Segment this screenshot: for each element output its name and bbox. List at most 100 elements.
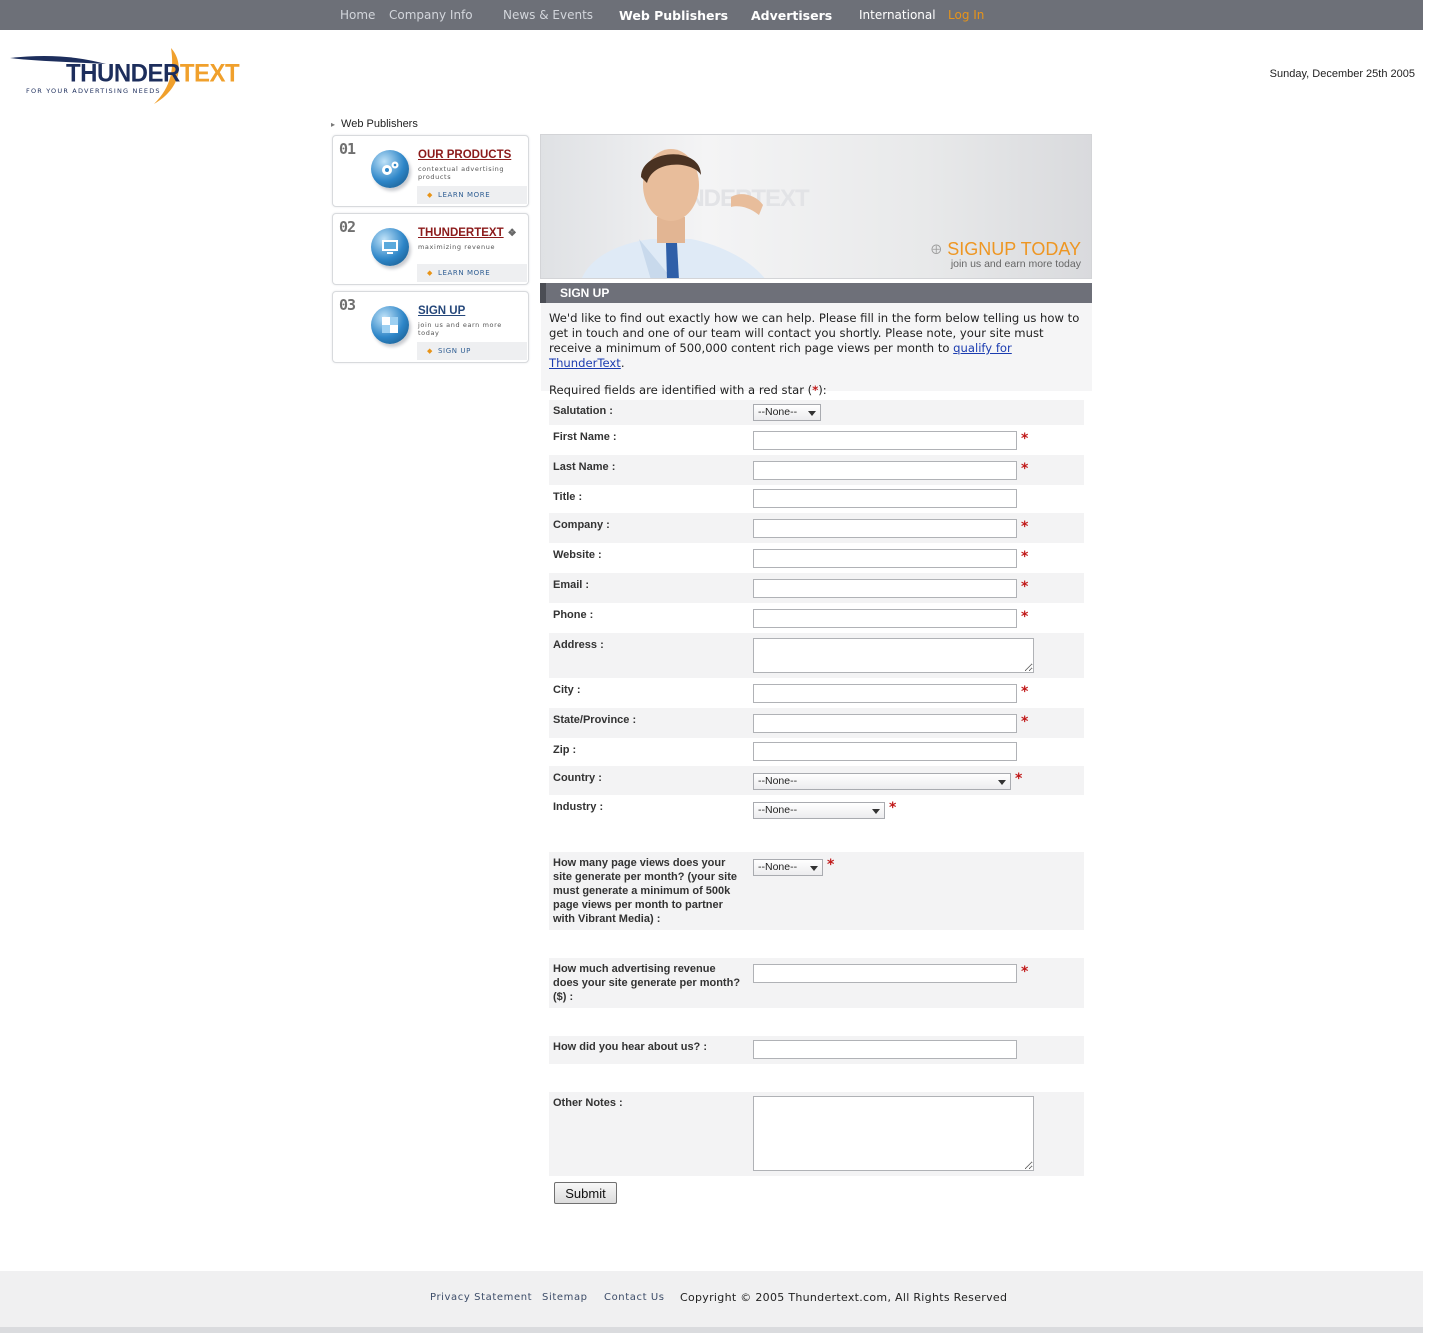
top-nav-bar: Home Company Info News & Events Web Publ… [0,0,1423,30]
card-our-products: 01 OUR PRODUCTS CONTEXTUAL ADVERTISING P… [332,135,529,207]
breadcrumb-label: Web Publishers [341,118,418,130]
card-title-label: THUNDERTEXT [418,227,504,239]
chevron-down-icon [872,809,880,814]
label-revenue: How much advertising revenue does your s… [553,963,741,1003]
bullet-icon: ◆ [427,347,433,355]
footer-sitemap-link[interactable]: Sitemap [542,1292,588,1303]
row-phone: Phone : * [549,603,1084,633]
country-select[interactable]: --None-- [753,773,1011,790]
nav-company-info[interactable]: Company Info [389,8,473,22]
card-sign-up: 03 SIGN UP JOIN US AND EARN MORE TODAY ◆… [332,291,529,363]
card-title-link[interactable]: OUR PRODUCTS [418,149,511,161]
card-title-link[interactable]: THUNDERTEXT ❖ [418,227,517,239]
logo[interactable]: THUNDERTEXT FOR YOUR ADVERTISING NEEDS [6,42,240,108]
industry-value: --None-- [758,804,798,816]
label-website: Website : [553,549,602,561]
learn-more-label: LEARN MORE [437,269,491,277]
label-industry: Industry : [553,801,604,813]
signup-heading: SIGN UP [540,283,1092,303]
nav-home[interactable]: Home [340,8,375,22]
required-star-icon: * [889,800,897,816]
hear-about-input[interactable] [753,1040,1017,1059]
signup-intro: We'd like to find out exactly how we can… [541,303,1092,397]
submit-button[interactable]: Submit [554,1182,617,1204]
row-industry: Industry : --None-- * [549,795,1084,851]
nav-login[interactable]: Log In [948,8,984,22]
last-name-input[interactable] [753,461,1017,480]
plus-icon: ⨁ [931,244,942,255]
label-address: Address : [553,639,604,651]
title-input[interactable] [753,489,1017,508]
nav-advertisers[interactable]: Advertisers [751,8,832,23]
website-input[interactable] [753,549,1017,568]
required-star-icon: * [1021,609,1029,625]
row-title: Title : [549,485,1084,513]
phone-input[interactable] [753,609,1017,628]
required-star-icon: * [1021,461,1029,477]
page-views-select[interactable]: --None-- [753,859,823,876]
page-views-value: --None-- [758,861,798,873]
label-first-name: First Name : [553,431,617,443]
required-star-icon: * [1021,684,1029,700]
chevron-down-icon [810,866,818,871]
other-notes-textarea[interactable] [753,1096,1034,1171]
company-input[interactable] [753,519,1017,538]
card-subtitle: CONTEXTUAL ADVERTISING PRODUCTS [418,165,505,181]
intro-paragraph: We'd like to find out exactly how we can… [549,311,1084,371]
row-salutation: Salutation : --None-- [549,400,1084,425]
footer-copyright: Copyright © 2005 Thundertext.com, All Ri… [680,1291,1008,1304]
monitor-icon [371,228,409,266]
learn-more-link[interactable]: ◆ LEARN MORE [417,264,527,282]
learn-more-link[interactable]: ◆ LEARN MORE [417,186,527,204]
required-star-icon: * [1021,579,1029,595]
salutation-value: --None-- [758,406,798,418]
nav-international[interactable]: International [859,8,936,22]
nav-news-events[interactable]: News & Events [503,8,593,22]
email-input[interactable] [753,579,1017,598]
required-star-icon: * [1021,519,1029,535]
salutation-select[interactable]: --None-- [753,404,821,421]
row-last-name: Last Name : * [549,455,1084,485]
label-phone: Phone : [553,609,594,621]
label-page-views: How many page views does your site gener… [553,857,737,925]
label-city: City : [553,684,581,696]
required-star-icon: * [827,857,835,873]
row-city: City : * [549,678,1084,708]
banner-headline: ⨁ SIGNUP TODAY [931,239,1081,260]
current-date: Sunday, December 25th 2005 [1269,68,1415,80]
required-note: Required fields are identified with a re… [549,383,1084,398]
required-star-icon: * [1015,771,1023,787]
intro-end: . [620,356,625,370]
label-company: Company : [553,519,610,531]
row-first-name: First Name : * [549,425,1084,455]
logo-wordmark: THUNDERTEXT [66,59,240,88]
first-name-input[interactable] [753,431,1017,450]
checker-icon [371,306,409,344]
row-website: Website : * [549,543,1084,573]
sign-up-link[interactable]: ◆ SIGN UP [417,342,527,360]
label-hear-about: How did you hear about us? : [553,1041,707,1053]
footer-privacy-link[interactable]: Privacy Statement [430,1292,532,1303]
footer: Privacy Statement Sitemap Contact Us Cop… [0,1271,1423,1333]
city-input[interactable] [753,684,1017,703]
row-email: Email : * [549,573,1084,603]
required-star-icon: * [1021,714,1029,730]
zip-input[interactable] [753,742,1017,761]
address-textarea[interactable] [753,638,1034,673]
card-subtitle: JOIN US AND EARN MORE TODAY [418,321,502,337]
sign-up-label: SIGN UP [437,347,471,355]
label-title: Title : [553,491,583,503]
nav-web-publishers[interactable]: Web Publishers [619,8,728,23]
industry-select[interactable]: --None-- [753,802,885,819]
revenue-input[interactable] [753,964,1017,983]
nav-divider [0,31,1423,35]
footer-contact-link[interactable]: Contact Us [604,1292,665,1303]
learn-more-label: LEARN MORE [437,191,491,199]
diamond-arrow-icon: ❖ [507,228,517,239]
bullet-icon: ◆ [427,269,433,277]
required-star-icon: * [1021,431,1029,447]
breadcrumb-arrow-icon: ▸ [331,120,336,129]
label-last-name: Last Name : [553,461,616,473]
state-input[interactable] [753,714,1017,733]
card-title-link[interactable]: SIGN UP [418,305,465,317]
